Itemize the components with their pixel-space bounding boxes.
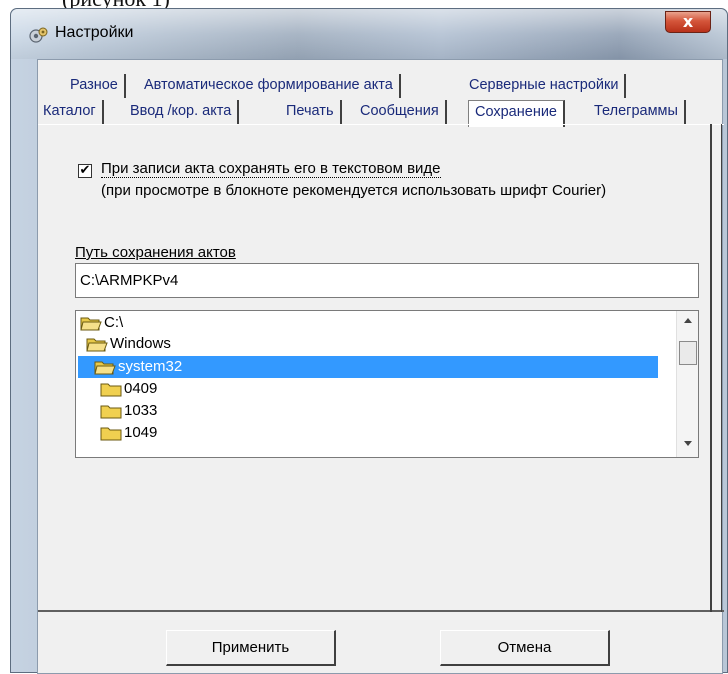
save-path-label: Путь сохранения актов bbox=[75, 244, 236, 261]
tree-item-1049[interactable]: 1049 bbox=[100, 422, 157, 444]
open-folder-icon bbox=[80, 317, 102, 331]
tree-item-drive-c[interactable]: C:\ bbox=[80, 312, 123, 334]
open-folder-icon bbox=[86, 338, 108, 352]
tab-telegrams[interactable]: Телеграммы bbox=[588, 100, 686, 124]
folder-tree[interactable]: C:\ Windows system32 0409 1033 1049 bbox=[75, 310, 699, 458]
settings-window: Настройки x Разное Автоматическое формир… bbox=[10, 8, 728, 674]
panel-edge bbox=[710, 124, 722, 612]
tab-print[interactable]: Печать bbox=[280, 100, 342, 124]
tree-item-label: 1049 bbox=[124, 424, 158, 441]
window-title: Настройки bbox=[55, 24, 134, 41]
folder-icon bbox=[100, 427, 122, 441]
tree-item-label: Windows bbox=[110, 335, 171, 352]
tree-item-system32[interactable]: system32 bbox=[78, 356, 658, 378]
scroll-down-icon[interactable] bbox=[684, 441, 692, 446]
tab-input-act[interactable]: Ввод /кор. акта bbox=[124, 100, 240, 124]
tree-item-0409[interactable]: 0409 bbox=[100, 378, 157, 400]
tree-item-1033[interactable]: 1033 bbox=[100, 400, 157, 422]
settings-icon bbox=[29, 27, 48, 43]
tree-item-label: 0409 bbox=[124, 380, 158, 397]
tree-item-label: C:\ bbox=[104, 314, 124, 331]
close-button[interactable]: x bbox=[665, 11, 711, 33]
open-folder-icon bbox=[94, 361, 116, 375]
tab-misc[interactable]: Разное bbox=[64, 74, 126, 98]
scroll-thumb[interactable] bbox=[679, 341, 697, 365]
cancel-button[interactable]: Отмена bbox=[440, 630, 610, 666]
save-path-input[interactable] bbox=[75, 263, 699, 298]
title-bar[interactable]: Настройки x bbox=[11, 9, 727, 59]
folder-icon bbox=[100, 383, 122, 397]
folder-icon bbox=[100, 405, 122, 419]
close-icon: x bbox=[682, 12, 694, 31]
tree-item-label: system32 bbox=[118, 358, 183, 375]
tab-catalog[interactable]: Каталог bbox=[37, 100, 104, 124]
apply-button[interactable]: Применить bbox=[166, 630, 336, 666]
scroll-up-icon[interactable] bbox=[684, 318, 692, 323]
dialog-client-area: Разное Автоматическое формирование акта … bbox=[37, 59, 724, 674]
tab-auto-act[interactable]: Автоматическое формирование акта bbox=[138, 74, 401, 98]
save-as-text-checkbox[interactable]: ✔ bbox=[78, 164, 92, 178]
courier-hint: (при просмотре в блокноте рекомендуется … bbox=[101, 182, 607, 199]
tree-item-windows[interactable]: Windows bbox=[86, 333, 171, 355]
tab-messages[interactable]: Сообщения bbox=[354, 100, 447, 124]
tree-item-label: 1033 bbox=[124, 402, 158, 419]
tab-save[interactable]: Сохранение bbox=[468, 100, 565, 127]
tree-scrollbar[interactable] bbox=[676, 311, 698, 457]
tab-server[interactable]: Серверные настройки bbox=[463, 74, 627, 98]
save-as-text-label[interactable]: При записи акта сохранять его в текстово… bbox=[101, 160, 441, 178]
